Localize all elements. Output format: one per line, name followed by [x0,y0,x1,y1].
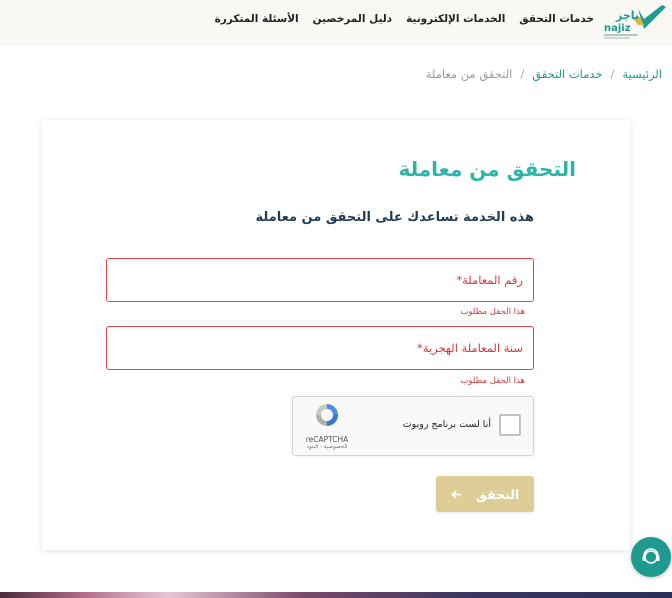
recaptcha-checkbox[interactable] [499,414,521,436]
nav-faq[interactable]: الأسئلة المتكررة [215,13,299,25]
breadcrumb: الرئيسية / خدمات التحقق / التحقق من معام… [426,67,662,81]
nav-licensees-guide[interactable]: دليل المرخصين [313,13,392,25]
recaptcha-brand-text: reCAPTCHA [305,435,349,444]
transaction-number-input[interactable]: رقم المعاملة* [106,258,534,302]
transaction-number-error: هذا الحقل مطلوب [460,307,525,317]
nav-e-services[interactable]: الخدمات الإلكترونية [406,13,505,25]
recaptcha-brand: reCAPTCHA الخصوصية - البنود [301,401,353,450]
recaptcha-terms[interactable]: الخصوصية - البنود [301,444,353,450]
recaptcha-label: أنا لست برنامج روبوت [402,419,491,430]
top-header: ناجز najiz خدمات التحقق الخدمات الإلكترو… [0,0,672,46]
verify-button-label: التحقق [475,486,520,502]
page-title: التحقق من معاملة [398,157,576,181]
recaptcha-widget: أنا لست برنامج روبوت reCAPTCHA الخصوصية … [292,396,534,456]
headset-icon [642,548,660,564]
breadcrumb-separator: / [520,67,525,81]
hijri-year-error: هذا الحقل مطلوب [460,376,525,386]
hijri-year-input[interactable]: سنة المعاملة الهجرية* [106,326,534,370]
hijri-year-label: سنة المعاملة الهجرية* [417,341,523,355]
breadcrumb-section[interactable]: خدمات التحقق [532,67,602,81]
footer-banner [0,592,672,598]
breadcrumb-home[interactable]: الرئيسية [622,67,662,81]
verify-button[interactable]: التحقق [436,476,534,512]
main-nav: خدمات التحقق الخدمات الإلكترونية دليل ال… [215,13,594,25]
najiz-logo[interactable]: ناجز najiz [602,3,668,41]
recaptcha-icon [316,404,338,426]
transaction-number-label: رقم المعاملة* [456,273,523,287]
nav-verification-services[interactable]: خدمات التحقق [519,13,594,25]
breadcrumb-separator: / [610,67,615,81]
arrow-left-icon [451,487,462,502]
svg-text:ناجز: ناجز [615,9,639,22]
breadcrumb-current: التحقق من معاملة [425,67,513,81]
page-subtitle: هذه الخدمة تساعدك على التحقق من معاملة [255,210,534,225]
support-chat-button[interactable] [631,537,671,577]
svg-text:najiz: najiz [604,23,631,34]
